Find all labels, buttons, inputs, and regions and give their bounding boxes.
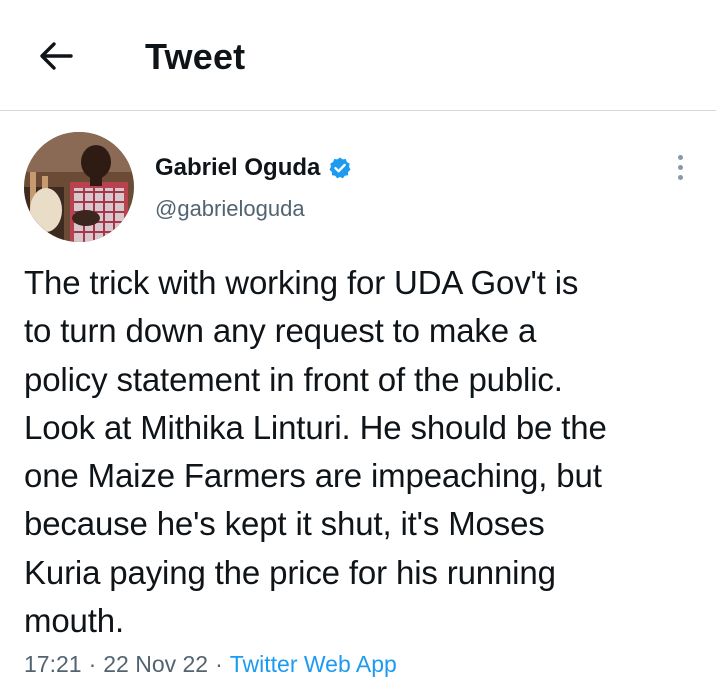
- tweet-meta: 17:21 · 22 Nov 22 · Twitter Web App: [24, 651, 397, 678]
- arrow-left-icon: [40, 42, 73, 70]
- avatar-photo: [24, 132, 134, 242]
- tweet-time[interactable]: 17:21: [24, 651, 82, 678]
- more-vertical-icon: [677, 154, 683, 160]
- author-handle[interactable]: @gabrieloguda: [155, 196, 305, 222]
- verified-badge-icon: [329, 157, 351, 179]
- meta-separator: ·: [215, 651, 223, 677]
- tweet-source-link[interactable]: Twitter Web App: [230, 651, 397, 678]
- avatar[interactable]: [24, 132, 134, 242]
- meta-separator: ·: [88, 651, 97, 677]
- author-name: Gabriel Oguda: [155, 154, 321, 181]
- more-vertical-icon-dot: [677, 174, 683, 180]
- tweet-date[interactable]: 22 Nov 22: [103, 651, 208, 678]
- more-vertical-icon-dot: [677, 164, 683, 170]
- tweet-text: The trick with working for UDA Gov't is …: [24, 264, 607, 640]
- back-button[interactable]: [30, 32, 82, 80]
- page-title: Tweet: [145, 36, 246, 77]
- tweet-header: Tweet: [0, 0, 716, 111]
- more-options-button[interactable]: [664, 150, 696, 184]
- author-row[interactable]: Gabriel Oguda: [155, 152, 352, 184]
